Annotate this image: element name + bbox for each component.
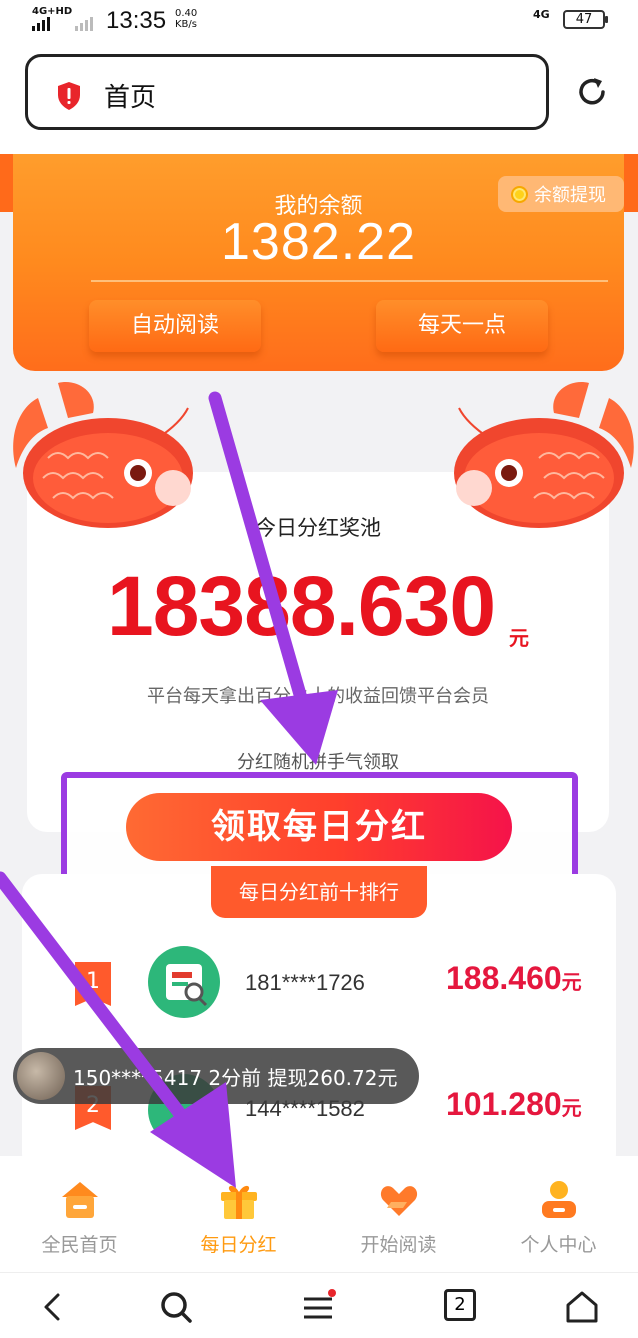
tab-daily-dividend[interactable]: 每日分红 <box>159 1156 318 1272</box>
pool-amount: 18388.630 <box>107 559 496 653</box>
balance-value: 1382.22 <box>221 213 416 271</box>
divider <box>91 280 608 282</box>
status-bar: 4G+HD 13:35 0.40 KB/s 4G 47 <box>0 0 638 44</box>
system-nav-bar: 2 <box>0 1272 638 1338</box>
person-icon <box>542 1181 576 1218</box>
refresh-icon[interactable] <box>574 74 610 110</box>
ranking-row: 1 181****1726 188.460元 <box>22 942 616 1022</box>
signal-secondary-icon <box>75 17 93 31</box>
claim-daily-dividend-button[interactable]: 领取每日分红 <box>126 793 512 861</box>
auto-read-button[interactable]: 自动阅读 <box>89 300 261 352</box>
rank-amount: 188.460元 <box>446 960 582 997</box>
back-icon[interactable] <box>36 1289 72 1325</box>
tab-label: 全民首页 <box>41 1234 118 1256</box>
avatar <box>148 946 220 1018</box>
gift-icon <box>221 1185 257 1219</box>
page: 4G+HD 13:35 0.40 KB/s 4G 47 首页 我的余额 1382… <box>0 0 638 1338</box>
network-speed: 0.40 KB/s <box>175 8 197 30</box>
rank-amount-unit: 元 <box>561 1098 582 1120</box>
rank-phone: 181****1726 <box>245 970 365 995</box>
tabs-count-button[interactable]: 2 <box>444 1289 476 1321</box>
menu-icon[interactable] <box>300 1289 336 1325</box>
koi-fish-right-icon <box>454 382 634 528</box>
daily-button[interactable]: 每天一点 <box>376 300 548 352</box>
tab-start-reading[interactable]: 开始阅读 <box>319 1156 478 1272</box>
tab-home[interactable]: 全民首页 <box>0 1156 159 1272</box>
shield-alert-icon <box>58 82 80 110</box>
home-icon <box>62 1182 98 1218</box>
tab-label: 每日分红 <box>200 1234 277 1256</box>
rank-amount: 101.280元 <box>446 1086 582 1123</box>
address-bar[interactable]: 首页 <box>25 54 549 130</box>
rank-amount-value: 188.460 <box>446 960 562 996</box>
avatar <box>17 1052 65 1100</box>
tab-profile[interactable]: 个人中心 <box>479 1156 638 1272</box>
home-nav-icon[interactable] <box>564 1289 600 1325</box>
rank-badge: 1 <box>75 962 111 1006</box>
balance-card: 我的余额 1382.22 余额提现 自动阅读 每天一点 <box>13 154 624 371</box>
url-text: 首页 <box>104 83 157 113</box>
network-right-label: 4G <box>533 8 550 21</box>
withdraw-button[interactable]: 余额提现 <box>498 176 624 212</box>
speed-value: 0.40 <box>175 8 198 19</box>
heart-icon <box>380 1186 418 1216</box>
withdraw-toast: 150****5417 2分前 提现260.72元 <box>13 1048 419 1104</box>
clock: 13:35 <box>106 7 167 34</box>
network-label: 4G+HD <box>32 6 73 17</box>
battery-icon: 47 <box>563 10 608 29</box>
ranking-tab: 每日分红前十排行 <box>211 866 427 918</box>
tab-label: 开始阅读 <box>360 1234 437 1256</box>
header-accent-right <box>623 154 638 212</box>
withdraw-label: 余额提现 <box>534 185 606 206</box>
pool-unit: 元 <box>509 626 529 650</box>
bottom-tab-bar: 全民首页 每日分红 开始阅读 个人中心 <box>0 1156 638 1272</box>
pool-subtext: 分红随机拼手气领取 <box>237 752 399 773</box>
coin-icon <box>511 185 528 203</box>
speed-unit: KB/s <box>175 19 197 30</box>
pool-description: 平台每天拿出百分之十的收益回馈平台会员 <box>147 686 489 707</box>
toast-text: 150****5417 2分前 提现260.72元 <box>73 1066 398 1090</box>
signal-icon <box>32 17 50 31</box>
tab-label: 个人中心 <box>520 1234 597 1256</box>
browser-bar: 首页 <box>0 44 638 154</box>
rank-amount-unit: 元 <box>561 972 582 994</box>
koi-fish-left-icon <box>13 382 193 528</box>
search-icon[interactable] <box>158 1289 194 1325</box>
rank-amount-value: 101.280 <box>446 1086 562 1122</box>
